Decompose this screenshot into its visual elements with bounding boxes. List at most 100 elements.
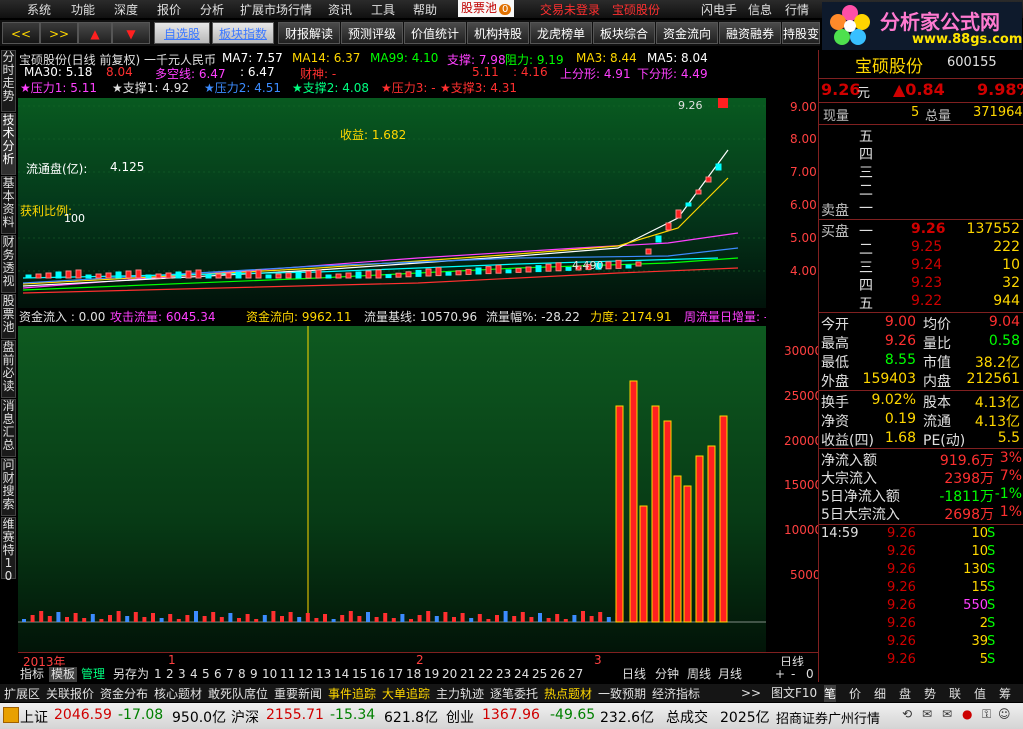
prev-double-button[interactable]: << (2, 22, 40, 44)
up-arrow-button[interactable]: ▲ (78, 22, 112, 44)
tab-news-summary[interactable]: 消息汇总 (1, 399, 16, 457)
sector-index-button[interactable]: 板块指数 (212, 22, 274, 44)
forecast-rating-button[interactable]: 预测评级 (341, 22, 403, 44)
holding-change-button[interactable]: 持股变 (782, 22, 820, 44)
template-tab-10[interactable]: 10 (262, 667, 277, 681)
bid-price[interactable]: 9.25 (911, 239, 942, 255)
template-tab-1[interactable]: 1 (154, 667, 162, 681)
ext-tab-1[interactable]: 关联报价 (46, 685, 94, 702)
template-tab-25[interactable]: 25 (532, 667, 547, 681)
volume-chart[interactable] (18, 326, 766, 652)
template-tab-8[interactable]: 8 (238, 667, 246, 681)
template-tab-15[interactable]: 15 (352, 667, 367, 681)
tab-search[interactable]: 问财搜索 (1, 458, 16, 516)
ext-tab-0[interactable]: 扩展区 (4, 685, 40, 702)
ext-tab-11[interactable]: 一致预期 (598, 685, 646, 702)
tab-minute[interactable]: 分钟 (655, 667, 679, 682)
tab-monthly[interactable]: 月线 (718, 667, 742, 682)
template-tab-4[interactable]: 4 (190, 667, 198, 681)
tab-save-as[interactable]: 另存为 (113, 667, 149, 682)
menu-tools[interactable]: 工具 (371, 1, 395, 18)
mail-icon[interactable]: ✉ (922, 707, 932, 721)
dragon-tiger-button[interactable]: 龙虎榜单 (530, 22, 592, 44)
watchlist-button[interactable]: 自选股 (154, 22, 210, 44)
next-double-button[interactable]: >> (40, 22, 78, 44)
bid-price[interactable]: 9.26 (911, 221, 946, 237)
tab-technical[interactable]: 技术分析 (1, 113, 16, 175)
tab-weisaite[interactable]: 维赛特10 (1, 517, 16, 583)
detail-tab-2[interactable]: 细 (874, 685, 886, 702)
tab-template[interactable]: 模板 (49, 667, 78, 682)
margin-trading-button[interactable]: 融资融券 (719, 22, 781, 44)
tab-premarket[interactable]: 盘前必读 (1, 340, 16, 398)
ext-tab-2[interactable]: 资金分布 (100, 685, 148, 702)
zoom-in-button[interactable]: + (775, 667, 785, 682)
graph-f10-button[interactable]: 图文F10 (771, 685, 817, 701)
template-tab-2[interactable]: 2 (166, 667, 174, 681)
lock-icon[interactable]: ⚿ (982, 707, 991, 722)
ext-tab-5[interactable]: 重要新闻 (274, 685, 322, 702)
menu-current-stock[interactable]: 宝硕股份 (612, 1, 660, 18)
template-tab-17[interactable]: 17 (388, 667, 403, 681)
detail-tab-4[interactable]: 势 (924, 685, 936, 702)
ext-tab-12[interactable]: 经济指标 (652, 685, 700, 702)
message-icon[interactable]: ✉ (942, 707, 952, 721)
refresh-icon[interactable]: ⟲ (902, 707, 912, 721)
tab-basic-info[interactable]: 基本资料 (1, 176, 16, 234)
template-tab-18[interactable]: 18 (406, 667, 421, 681)
template-tab-23[interactable]: 23 (496, 667, 511, 681)
alert-icon[interactable]: ● (962, 707, 972, 721)
template-tab-7[interactable]: 7 (226, 667, 234, 681)
detail-tab-3[interactable]: 盘 (899, 685, 911, 702)
ext-tab-4[interactable]: 敢死队席位 (208, 685, 268, 702)
more-button[interactable]: >> (741, 685, 761, 701)
tab-stock-pool[interactable]: 股票池 (1, 294, 16, 339)
tab-manage[interactable]: 管理 (81, 667, 105, 682)
value-stats-button[interactable]: 价值统计 (404, 22, 466, 44)
template-tab-20[interactable]: 20 (442, 667, 457, 681)
template-tab-22[interactable]: 22 (478, 667, 493, 681)
tab-weekly[interactable]: 周线 (687, 667, 711, 682)
template-tab-26[interactable]: 26 (550, 667, 565, 681)
detail-tab-5[interactable]: 联 (949, 685, 961, 702)
template-tab-9[interactable]: 9 (250, 667, 258, 681)
sector-summary-button[interactable]: 板块综合 (593, 22, 655, 44)
menu-stock-pool[interactable]: 股票池 0 (458, 0, 515, 17)
detail-tab-7[interactable]: 筹 (999, 685, 1011, 702)
menu-quote[interactable]: 报价 (157, 1, 181, 18)
bid-price[interactable]: 9.24 (911, 257, 942, 273)
menu-info[interactable]: 信息 (748, 1, 772, 18)
ext-tab-9[interactable]: 逐笔委托 (490, 685, 538, 702)
ext-tab-6[interactable]: 事件追踪 (328, 685, 376, 702)
status-menu-icon[interactable] (3, 707, 19, 723)
fund-flow-button[interactable]: 资金流向 (656, 22, 718, 44)
menu-ext-market[interactable]: 扩展市场行情 (240, 1, 312, 18)
template-tab-27[interactable]: 27 (568, 667, 583, 681)
bid-price[interactable]: 9.23 (911, 275, 942, 291)
zoom-out-button[interactable]: - (791, 667, 795, 682)
ext-tab-7[interactable]: 大单追踪 (382, 685, 430, 702)
menu-system[interactable]: 系统 (27, 1, 51, 18)
menu-flash-trade[interactable]: 闪电手 (701, 1, 737, 18)
tab-intraday[interactable]: 分时走势 (1, 50, 16, 112)
menu-news[interactable]: 资讯 (328, 1, 352, 18)
template-tab-13[interactable]: 13 (316, 667, 331, 681)
down-arrow-button[interactable]: ▼ (112, 22, 150, 44)
ext-tab-8[interactable]: 主力轨迹 (436, 685, 484, 702)
institution-holding-button[interactable]: 机构持股 (467, 22, 529, 44)
menu-analysis[interactable]: 分析 (200, 1, 224, 18)
template-tab-5[interactable]: 5 (202, 667, 210, 681)
tab-financial[interactable]: 财务透视 (1, 235, 16, 293)
template-tab-24[interactable]: 24 (514, 667, 529, 681)
user-icon[interactable]: ☺ (998, 707, 1011, 721)
menu-market[interactable]: 行情 (785, 1, 809, 18)
template-tab-3[interactable]: 3 (178, 667, 186, 681)
template-tab-16[interactable]: 16 (370, 667, 385, 681)
detail-tab-6[interactable]: 值 (974, 685, 986, 702)
ext-tab-3[interactable]: 核心题材 (154, 685, 202, 702)
login-status[interactable]: 交易未登录 (540, 1, 600, 18)
menu-help[interactable]: 帮助 (413, 1, 437, 18)
kline-chart[interactable]: 收益: 1.682 流通盘(亿): 4.125 获利比例: 100 9.26 4… (18, 98, 766, 308)
detail-tab-0[interactable]: 笔 (824, 685, 837, 702)
template-tab-19[interactable]: 19 (424, 667, 439, 681)
